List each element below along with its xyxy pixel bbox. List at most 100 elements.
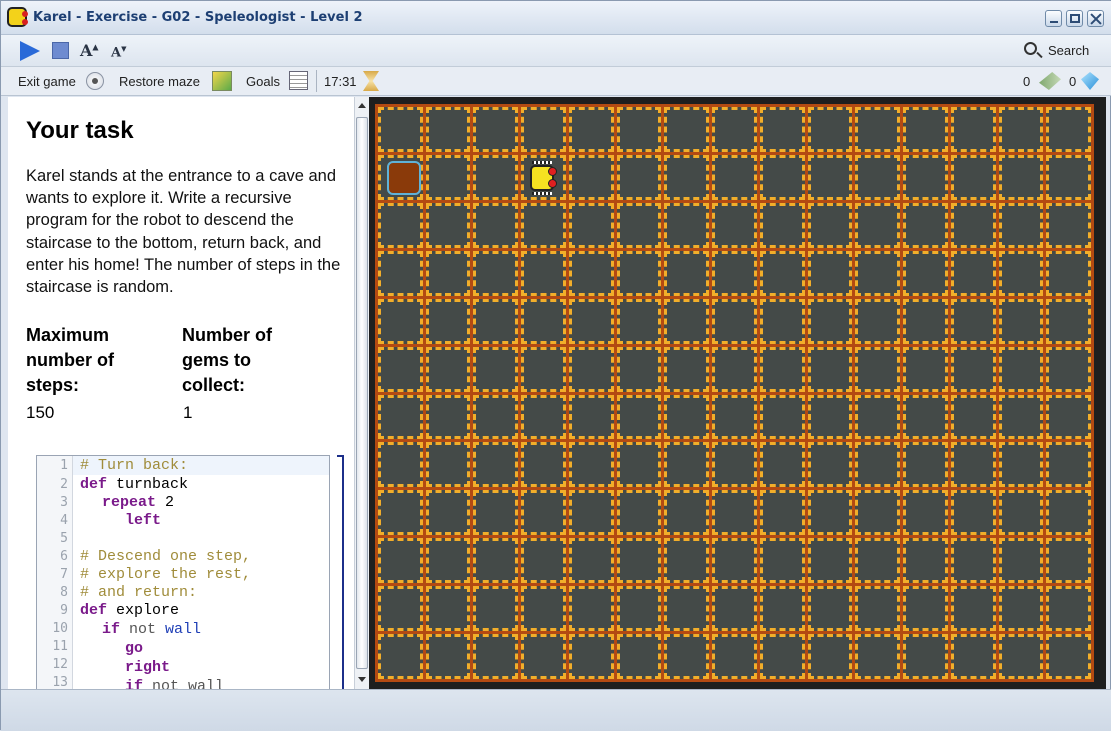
exit-icon[interactable] (86, 72, 104, 90)
maze-cell (950, 250, 996, 296)
restore-maze-icon[interactable] (212, 71, 232, 91)
maze-cell (807, 346, 853, 392)
maze-cell (425, 634, 471, 679)
maze-cell (521, 634, 566, 679)
maze-cell (616, 250, 662, 296)
maze-cell (1046, 442, 1091, 488)
maze-cell (807, 107, 853, 152)
task-panel-scrollbar[interactable] (354, 97, 369, 689)
maze-cell (903, 298, 948, 344)
maze-cell (712, 490, 757, 536)
maze-cell (807, 490, 853, 536)
maze-cell (473, 107, 519, 152)
game-menubar: Exit game Restore maze Goals 17:31 0 0 (1, 67, 1111, 96)
maze-cell (712, 107, 757, 152)
maze-cell (425, 442, 471, 488)
maze-cell (473, 394, 519, 440)
maze-board (369, 97, 1106, 689)
maze-grid (375, 104, 1094, 682)
maze-cell (855, 586, 901, 632)
scroll-up-arrow[interactable] (358, 103, 366, 108)
gems-label: Number of gems to collect: (182, 325, 272, 395)
maze-cell (998, 154, 1044, 200)
maximize-button[interactable] (1066, 10, 1083, 27)
maze-cell (425, 202, 471, 248)
increase-font-icon[interactable]: A▲ (80, 41, 102, 63)
maze-cell (1046, 202, 1091, 248)
maze-cell (664, 634, 710, 679)
maze-cell (807, 202, 853, 248)
maze-cell (712, 538, 757, 584)
maze-cell (1046, 250, 1091, 296)
maze-cell (473, 490, 519, 536)
code-line: # and return: (80, 584, 198, 601)
goals-button[interactable]: Goals (246, 74, 280, 89)
maze-cell (378, 490, 423, 536)
maze-cell (616, 490, 662, 536)
gem-icon (1081, 72, 1099, 90)
maze-cell (759, 538, 805, 584)
maze-cell (712, 586, 757, 632)
line-number: 7 (60, 567, 68, 582)
maze-cell (950, 538, 996, 584)
hourglass-icon (363, 71, 379, 91)
maze-cell (378, 346, 423, 392)
maze-cell (998, 202, 1044, 248)
maze-cell (998, 634, 1044, 679)
maze-cell (998, 442, 1044, 488)
maze-cell (568, 634, 614, 679)
maze-cell (568, 154, 614, 200)
maze-cell (378, 394, 423, 440)
exit-game-button[interactable]: Exit game (18, 74, 76, 89)
task-title: Your task (26, 117, 134, 144)
goals-icon[interactable] (289, 71, 308, 90)
maze-cell (568, 538, 614, 584)
maze-cell (664, 586, 710, 632)
maze-cell (998, 298, 1044, 344)
maze-cell (759, 346, 805, 392)
maze-cell (378, 250, 423, 296)
maze-cell (664, 202, 710, 248)
maze-cell (378, 107, 423, 152)
maze-cell (425, 107, 471, 152)
minimize-button[interactable] (1045, 10, 1062, 27)
decrease-font-icon[interactable]: A▼ (111, 44, 133, 66)
scroll-down-arrow[interactable] (358, 677, 366, 682)
maze-cell (616, 202, 662, 248)
maze-cell (903, 346, 948, 392)
search-button[interactable]: Search (1048, 43, 1089, 58)
maze-cell (903, 442, 948, 488)
maze-cell (568, 442, 614, 488)
scrollbar-thumb[interactable] (356, 117, 368, 669)
code-line: # Descend one step, (80, 548, 252, 565)
maze-cell (425, 154, 471, 200)
maze-cell (664, 442, 710, 488)
search-icon[interactable] (1024, 42, 1037, 55)
maze-cell (855, 634, 901, 679)
maze-cell (425, 490, 471, 536)
restore-maze-button[interactable]: Restore maze (119, 74, 200, 89)
maze-cell (521, 346, 566, 392)
max-steps-value: 150 (26, 403, 55, 422)
play-icon[interactable] (20, 41, 40, 61)
maze-cell (712, 346, 757, 392)
code-editor[interactable]: 1 2 3 4 5 6 7 8 9 10 11 12 13 # Turn bac… (36, 455, 330, 689)
maze-cell (950, 346, 996, 392)
maze-cell (950, 202, 996, 248)
separator (316, 70, 317, 92)
maze-cell (378, 442, 423, 488)
maze-cell (998, 538, 1044, 584)
maze-cell (521, 298, 566, 344)
maze-cell (521, 490, 566, 536)
maze-cell (998, 490, 1044, 536)
timer: 17:31 (324, 74, 357, 89)
close-button[interactable] (1087, 10, 1104, 27)
maze-cell (712, 298, 757, 344)
maze-cell (568, 346, 614, 392)
stop-icon[interactable] (52, 42, 69, 59)
maze-cell (903, 250, 948, 296)
maze-cell (616, 634, 662, 679)
maze-cell (903, 154, 948, 200)
maze-cell (712, 634, 757, 679)
maze-cell (473, 634, 519, 679)
